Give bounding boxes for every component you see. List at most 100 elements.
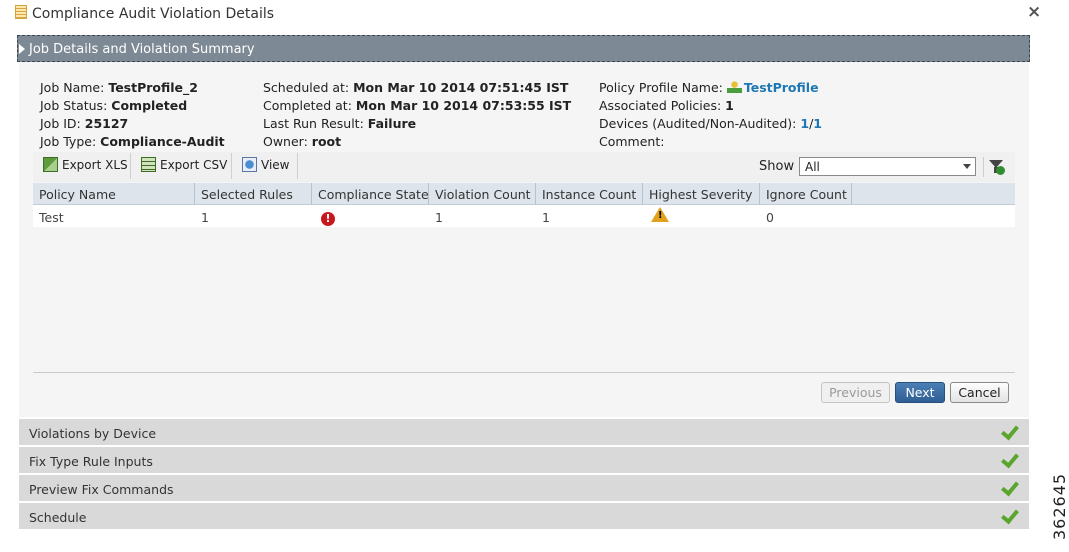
cell-ignore-count: 0 <box>766 210 774 225</box>
job-status-row: Job Status: Completed <box>40 98 187 113</box>
step-fix-type-rule-inputs[interactable]: Fix Type Rule Inputs <box>19 447 1029 473</box>
job-status-value: Completed <box>111 98 188 113</box>
show-filter-select[interactable]: All <box>799 157 976 176</box>
column-header-ignore-count[interactable]: Ignore Count <box>760 183 852 205</box>
step-label: Violations by Device <box>29 426 157 441</box>
step-schedule[interactable]: Schedule <box>19 503 1029 529</box>
column-header-highest-severity[interactable]: Highest Severity <box>643 183 760 205</box>
devices-non-audited-link[interactable]: 1 <box>813 116 822 131</box>
job-details-panel <box>19 62 1029 417</box>
policy-violation-table: Policy Name Selected Rules Compliance St… <box>33 183 1015 227</box>
policy-profile-icon <box>726 81 742 93</box>
cell-selected-rules: 1 <box>201 210 209 225</box>
export-csv-button[interactable]: Export CSV <box>141 152 227 180</box>
step-violations-by-device[interactable]: Violations by Device <box>19 419 1029 445</box>
export-xls-button[interactable]: Export XLS <box>43 152 128 180</box>
associated-policies-row: Associated Policies: 1 <box>599 98 734 113</box>
job-type-label: Job Type: <box>40 134 97 149</box>
owner-label: Owner: <box>263 134 308 149</box>
table-header-row: Policy Name Selected Rules Compliance St… <box>33 183 1015 205</box>
completed-at-value: Mon Mar 10 2014 07:53:55 IST <box>355 98 572 113</box>
job-status-label: Job Status: <box>40 98 108 113</box>
view-button[interactable]: View <box>242 152 289 180</box>
comment-row: Comment: <box>599 134 664 149</box>
expand-caret-icon[interactable] <box>19 44 25 54</box>
column-header-selected-rules[interactable]: Selected Rules <box>195 183 312 205</box>
toolbar-divider <box>297 153 298 179</box>
column-header-violation-count[interactable]: Violation Count <box>429 183 536 205</box>
dialog-title: Compliance Audit Violation Details <box>32 6 275 22</box>
column-header-policy-name[interactable]: Policy Name <box>33 183 195 205</box>
step-label: Schedule <box>29 510 87 525</box>
section-header-title: Job Details and Violation Summary <box>29 42 255 57</box>
owner-row: Owner: root <box>263 134 341 149</box>
check-icon <box>1001 449 1019 469</box>
view-icon <box>242 157 257 172</box>
last-run-result-value: Failure <box>367 116 417 131</box>
cell-policy-name: Test <box>39 210 64 225</box>
job-id-row: Job ID: 25127 <box>40 116 128 131</box>
table-toolbar: Export XLS Export CSV View Show All <box>33 152 1015 182</box>
cancel-button[interactable]: Cancel <box>950 382 1009 403</box>
scheduled-at-label: Scheduled at: <box>263 80 350 95</box>
figure-number: 362645 <box>1050 472 1069 540</box>
cell-instance-count: 1 <box>542 210 550 225</box>
chevron-down-icon[interactable] <box>963 164 971 169</box>
show-filter-value: All <box>805 160 820 174</box>
last-run-result-label: Last Run Result: <box>263 116 364 131</box>
previous-button[interactable]: Previous <box>821 382 890 403</box>
last-run-result-row: Last Run Result: Failure <box>263 116 416 131</box>
step-label: Preview Fix Commands <box>29 482 174 497</box>
export-xls-label: Export XLS <box>62 158 128 172</box>
filter-button[interactable] <box>983 157 1005 177</box>
csv-icon <box>141 157 156 172</box>
scheduled-at-value: Mon Mar 10 2014 07:51:45 IST <box>353 80 569 95</box>
footer-divider <box>33 372 1015 373</box>
job-id-label: Job ID: <box>40 116 81 131</box>
report-icon <box>15 5 27 19</box>
check-icon <box>1001 421 1019 441</box>
scheduled-at-row: Scheduled at: Mon Mar 10 2014 07:51:45 I… <box>263 80 568 95</box>
show-label: Show <box>759 159 795 174</box>
step-preview-fix-commands[interactable]: Preview Fix Commands <box>19 475 1029 501</box>
devices-audited-link[interactable]: 1 <box>800 116 809 131</box>
dialog-title-bar: Compliance Audit Violation Details × <box>0 0 1069 30</box>
table-row[interactable]: Test 1 ! 1 1 ! 0 <box>33 205 1015 227</box>
policy-profile-link[interactable]: TestProfile <box>744 80 819 95</box>
job-name-row: Job Name: TestProfile_2 <box>40 80 198 95</box>
column-header-instance-count[interactable]: Instance Count <box>536 183 643 205</box>
job-type-row: Job Type: Compliance-Audit <box>40 134 225 149</box>
view-label: View <box>261 158 290 172</box>
toolbar-divider <box>130 153 131 179</box>
owner-value: root <box>311 134 342 149</box>
column-header-compliance-state[interactable]: Compliance State <box>312 183 429 205</box>
cell-highest-severity: ! <box>643 205 675 227</box>
completed-at-row: Completed at: Mon Mar 10 2014 07:53:55 I… <box>263 98 571 113</box>
filter-active-badge <box>996 166 1005 175</box>
policy-profile-label: Policy Profile Name: <box>599 80 723 95</box>
associated-policies-value: 1 <box>725 98 734 113</box>
job-name-label: Job Name: <box>40 80 105 95</box>
toolbar-divider <box>231 153 232 179</box>
devices-row: Devices (Audited/Non-Audited): 1/1 <box>599 116 822 131</box>
cell-violation-count: 1 <box>435 210 443 225</box>
section-header-job-details[interactable]: Job Details and Violation Summary <box>17 35 1030 62</box>
job-name-value: TestProfile_2 <box>108 80 198 95</box>
job-id-value: 25127 <box>84 116 129 131</box>
error-icon: ! <box>321 212 335 226</box>
devices-label: Devices (Audited/Non-Audited): <box>599 116 797 131</box>
warning-icon: ! <box>651 207 669 222</box>
excel-icon <box>43 157 58 172</box>
completed-at-label: Completed at: <box>263 98 352 113</box>
comment-label: Comment: <box>599 134 665 149</box>
close-icon[interactable]: × <box>1027 2 1041 22</box>
next-button[interactable]: Next <box>895 382 945 403</box>
cell-compliance-state: ! <box>312 205 341 227</box>
export-csv-label: Export CSV <box>160 158 228 172</box>
job-type-value: Compliance-Audit <box>100 134 225 149</box>
check-icon <box>1001 477 1019 497</box>
associated-policies-label: Associated Policies: <box>599 98 722 113</box>
check-icon <box>1001 505 1019 525</box>
step-label: Fix Type Rule Inputs <box>29 454 153 469</box>
policy-profile-row: Policy Profile Name: TestProfile <box>599 80 819 95</box>
